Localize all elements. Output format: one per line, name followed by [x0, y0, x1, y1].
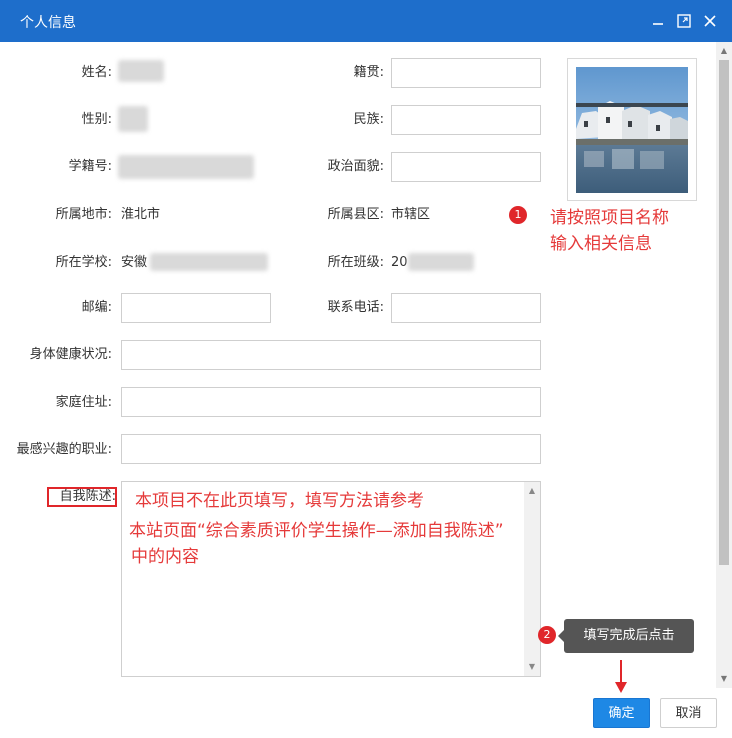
postcode-label: 邮编:	[81, 300, 112, 315]
city-value: 淮北市	[121, 207, 161, 222]
main-scrollbar[interactable]: ▲ ▼	[716, 42, 732, 688]
political-status-input[interactable]	[391, 152, 541, 182]
maximize-icon[interactable]	[674, 11, 694, 31]
city-label: 所属地市:	[55, 207, 112, 222]
student-photo	[576, 67, 688, 193]
annotation-note1-line2: 输入相关信息	[550, 234, 652, 254]
class-value-prefix: 20	[391, 255, 408, 270]
annotation-note1-line1: 请按照项目名称	[550, 208, 669, 228]
scroll-up-icon[interactable]: ▲	[524, 484, 540, 498]
address-input[interactable]	[121, 387, 541, 417]
political-status-label: 政治面貌:	[327, 159, 384, 174]
self-desc-scrollbar[interactable]: ▲ ▼	[524, 482, 540, 676]
student-photo-frame	[567, 58, 697, 201]
student-id-value-redacted	[118, 155, 254, 179]
self-desc-note-line1: 本项目不在此页填写，填写方法请参考	[135, 491, 424, 511]
school-value-redacted	[150, 253, 268, 271]
cancel-button[interactable]: 取消	[660, 698, 717, 728]
main-scroll-down-icon[interactable]: ▼	[716, 672, 732, 686]
self-desc-note-line3: 中的内容	[131, 547, 199, 567]
county-label: 所属县区:	[327, 207, 384, 222]
address-label: 家庭住址:	[55, 395, 112, 410]
native-place-label: 籍贯:	[353, 65, 384, 80]
confirm-button[interactable]: 确定	[593, 698, 650, 728]
main-scroll-up-icon[interactable]: ▲	[716, 44, 732, 58]
postcode-input[interactable]	[121, 293, 271, 323]
phone-label: 联系电话:	[327, 300, 384, 315]
school-label: 所在学校:	[55, 255, 112, 270]
phone-input[interactable]	[391, 293, 541, 323]
close-icon[interactable]	[700, 11, 720, 31]
scroll-down-icon[interactable]: ▼	[524, 660, 540, 674]
health-input[interactable]	[121, 340, 541, 370]
name-label: 姓名:	[81, 65, 112, 80]
career-label: 最感兴趣的职业:	[16, 442, 112, 457]
ethnicity-input[interactable]	[391, 105, 541, 135]
window-titlebar: 个人信息	[0, 0, 732, 42]
name-value-redacted	[118, 60, 164, 82]
annotation-badge-2: 2	[538, 626, 556, 644]
county-value: 市辖区	[391, 207, 431, 222]
native-place-input[interactable]	[391, 58, 541, 88]
school-value-prefix: 安徽	[121, 255, 148, 270]
window-title: 个人信息	[20, 15, 76, 31]
career-input[interactable]	[121, 434, 541, 464]
class-label: 所在班级:	[327, 255, 384, 270]
self-desc-label: 自我陈述:	[59, 489, 116, 504]
class-value-redacted	[408, 253, 474, 271]
main-scroll-thumb[interactable]	[719, 60, 729, 565]
student-id-label: 学籍号:	[68, 159, 112, 174]
gender-label: 性别:	[81, 112, 112, 127]
self-desc-note-line2: 本站页面“综合素质评价学生操作—添加自我陈述”	[129, 521, 504, 541]
health-label: 身体健康状况:	[29, 347, 112, 362]
annotation-badge-1: 1	[509, 206, 527, 224]
ethnicity-label: 民族:	[353, 112, 384, 127]
tooltip-click-after-complete: 填写完成后点击	[558, 619, 694, 653]
minimize-icon[interactable]	[648, 11, 668, 31]
down-arrow-icon	[615, 660, 627, 693]
gender-value-redacted	[118, 106, 148, 132]
